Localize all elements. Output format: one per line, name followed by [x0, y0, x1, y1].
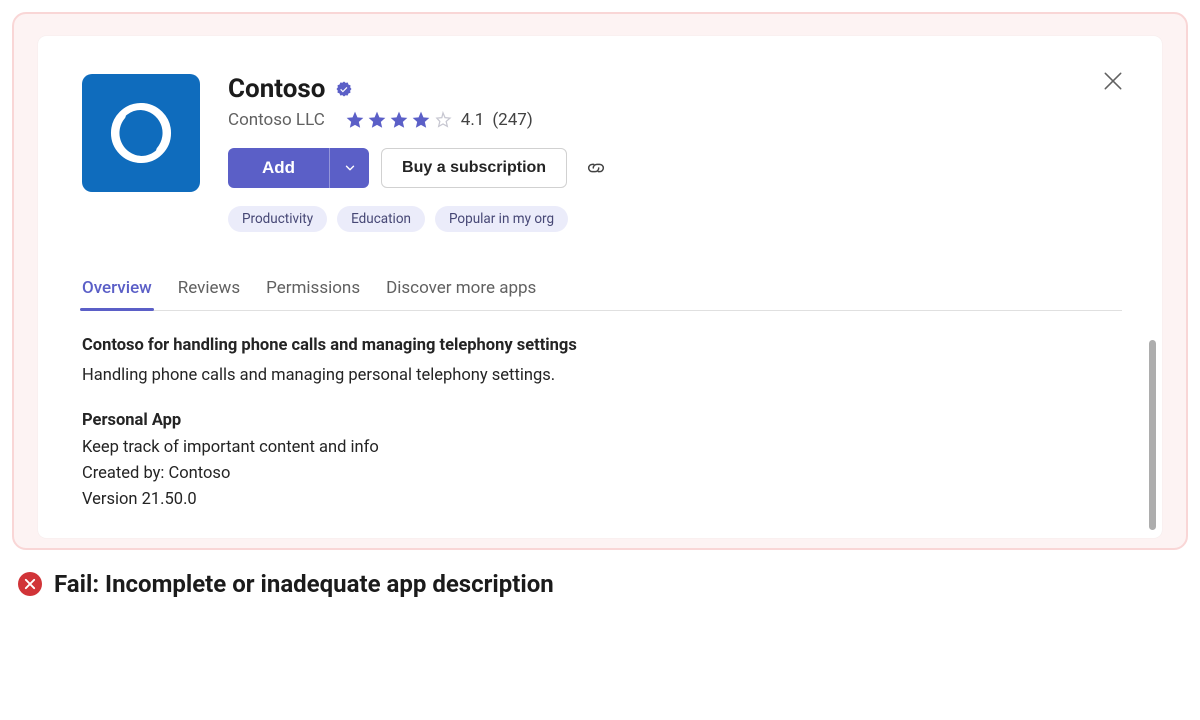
copy-link-button[interactable] — [585, 157, 607, 179]
close-button[interactable] — [1102, 70, 1124, 92]
verified-badge-icon — [335, 80, 353, 98]
x-icon — [23, 577, 37, 591]
overview-section-title: Personal App — [82, 408, 1122, 434]
app-details-dialog: Contoso Contoso LLC 4.1 (247) — [38, 36, 1162, 538]
tab-reviews[interactable]: Reviews — [178, 272, 240, 310]
add-button-group: Add — [228, 148, 369, 188]
rating-count: (247) — [492, 110, 532, 130]
rating-value: 4.1 — [461, 110, 485, 130]
close-icon — [1102, 70, 1124, 92]
pill-popular[interactable]: Popular in my org — [435, 206, 568, 232]
annotated-frame: Contoso Contoso LLC 4.1 (247) — [12, 12, 1188, 550]
fail-badge — [18, 572, 42, 596]
star-outline-icon — [433, 110, 453, 130]
add-button[interactable]: Add — [228, 148, 329, 188]
tab-overview[interactable]: Overview — [82, 272, 152, 310]
app-logo-icon — [102, 94, 180, 172]
overview-description: Handling phone calls and managing person… — [82, 363, 1122, 389]
overview-content: Contoso for handling phone calls and man… — [82, 333, 1122, 514]
add-dropdown-button[interactable] — [329, 148, 369, 188]
header-meta: Contoso Contoso LLC 4.1 (247) — [228, 74, 1122, 232]
overview-version: Version 21.50.0 — [82, 487, 1122, 513]
overview-created-by: Created by: Contoso — [82, 461, 1122, 487]
app-title: Contoso — [228, 74, 325, 104]
link-icon — [585, 157, 607, 179]
app-icon — [82, 74, 200, 192]
star-icon — [389, 110, 409, 130]
category-pills: Productivity Education Popular in my org — [228, 206, 1122, 232]
overview-headline: Contoso for handling phone calls and man… — [82, 333, 1122, 359]
verdict-text: Fail: Incomplete or inadequate app descr… — [54, 570, 554, 598]
star-icon — [411, 110, 431, 130]
action-row: Add Buy a subscription — [228, 148, 1122, 188]
star-icon — [367, 110, 387, 130]
overview-meta: Personal App Keep track of important con… — [82, 408, 1122, 514]
overview-section-body: Keep track of important content and info — [82, 435, 1122, 461]
verdict-row: Fail: Incomplete or inadequate app descr… — [12, 570, 1188, 598]
tab-discover[interactable]: Discover more apps — [386, 272, 536, 310]
pill-productivity[interactable]: Productivity — [228, 206, 327, 232]
pill-education[interactable]: Education — [337, 206, 425, 232]
rating-stars: 4.1 (247) — [345, 110, 533, 130]
buy-subscription-button[interactable]: Buy a subscription — [381, 148, 567, 188]
chevron-down-icon — [343, 161, 357, 175]
publisher-name: Contoso LLC — [228, 110, 325, 130]
dialog-header: Contoso Contoso LLC 4.1 (247) — [82, 74, 1122, 232]
scrollbar-thumb[interactable] — [1149, 340, 1156, 530]
tabs: Overview Reviews Permissions Discover mo… — [82, 272, 1122, 311]
star-icon — [345, 110, 365, 130]
tab-permissions[interactable]: Permissions — [266, 272, 360, 310]
